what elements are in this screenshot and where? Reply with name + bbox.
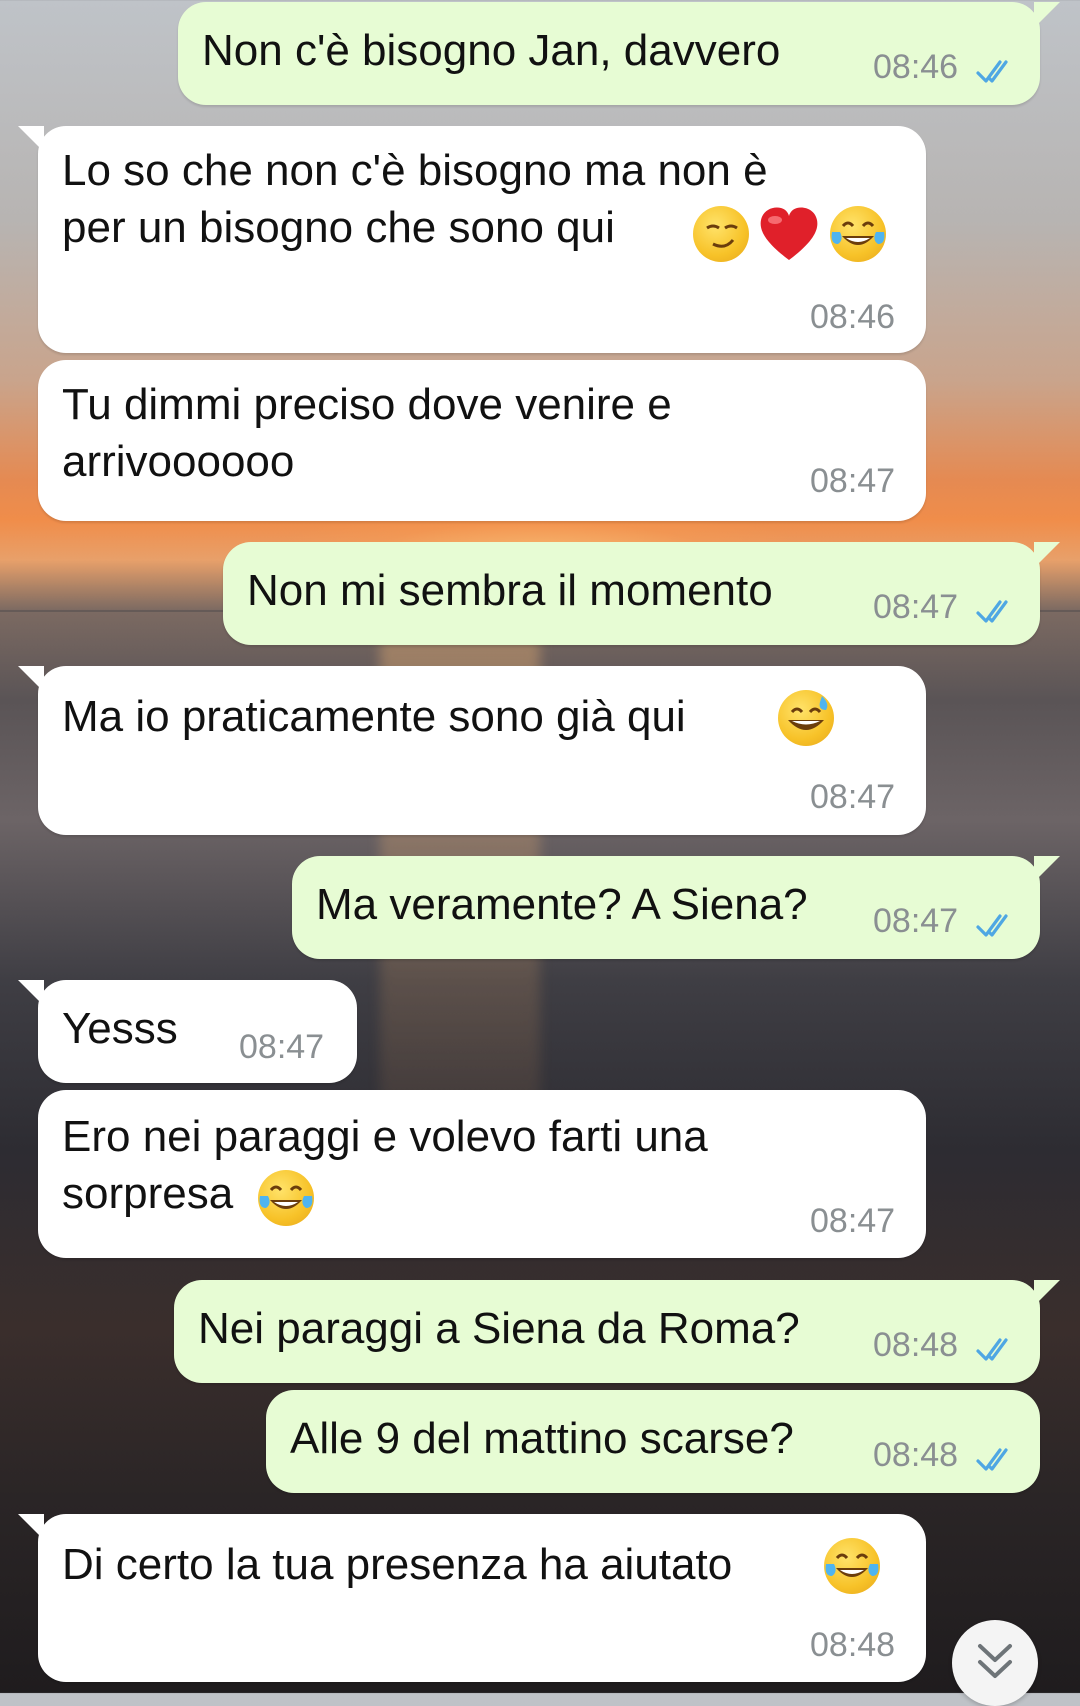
message-time: 08:47 [810,778,896,816]
message-text: Non c'è bisogno Jan, davvero [202,26,781,75]
message-time: 08:48 [873,1436,959,1474]
message-bubble-incoming[interactable]: Tu dimmi preciso dove venire e arrivoooo… [38,360,926,521]
message-bubble-incoming[interactable]: Ero nei paraggi e volevo farti una sorpr… [38,1090,926,1258]
message-bubble-outgoing[interactable]: Nei paraggi a Siena da Roma? 08:48 [174,1280,1060,1383]
smirk-emoji [693,206,749,262]
message-text: Non mi sembra il momento [247,566,773,615]
message-text: Tu dimmi preciso dove venire e arrivoooo… [62,380,672,486]
read-receipt-icon [976,1448,1008,1471]
message-text: Di certo la tua presenza ha aiutato [62,1540,733,1589]
message-time: 08:47 [810,1202,896,1240]
emoji-group [689,204,886,262]
message-text: Ero nei paraggi e volevo farti una sorpr… [62,1112,708,1218]
read-receipt-icon [976,1338,1008,1361]
read-receipt-icon [976,60,1008,83]
tears-of-joy-emoji [824,1538,880,1594]
read-receipt-icon [976,914,1008,937]
message-text: Ma veramente? A Siena? [316,880,808,929]
message-time: 08:47 [873,588,959,626]
message-text: Alle 9 del mattino scarse? [290,1414,794,1463]
message-bubble-incoming[interactable]: Ma io praticamente sono già qui 08:47 [18,666,926,835]
message-time: 08:46 [810,298,896,336]
tears-of-joy-emoji [258,1170,314,1226]
message-time: 08:47 [810,462,896,500]
message-time: 08:48 [810,1626,896,1664]
message-time: 08:47 [239,1028,325,1066]
message-bubble-outgoing[interactable]: Non mi sembra il momento 08:47 [223,542,1060,645]
message-text: Yesss [62,1004,178,1053]
message-text: Ma io praticamente sono già qui [62,692,686,741]
message-bubble-incoming[interactable]: Di certo la tua presenza ha aiutato 08:4… [18,1514,926,1682]
message-bubble-outgoing[interactable]: Non c'è bisogno Jan, davvero 08:46 [178,2,1060,105]
message-bubble-outgoing[interactable]: Ma veramente? A Siena? 08:47 [292,856,1060,959]
scroll-to-bottom-button[interactable] [952,1620,1038,1706]
double-chevron-down-icon [978,1644,1012,1678]
message-text: Lo so che non c'è bisogno ma non è per u… [62,146,768,252]
message-time: 08:46 [873,48,959,86]
tears-of-joy-emoji [829,206,886,262]
read-receipt-icon [976,600,1008,623]
message-bubble-incoming[interactable]: Yesss 08:47 [18,980,357,1083]
message-time: 08:48 [873,1326,959,1364]
grinning-sweat-emoji [778,690,834,746]
red-heart-emoji [757,204,821,262]
message-text: Nei paraggi a Siena da Roma? [198,1304,800,1353]
message-bubble-incoming[interactable]: Lo so che non c'è bisogno ma non è per u… [18,126,926,353]
message-bubble-outgoing[interactable]: Alle 9 del mattino scarse? 08:48 [266,1390,1040,1493]
message-time: 08:47 [873,902,959,940]
